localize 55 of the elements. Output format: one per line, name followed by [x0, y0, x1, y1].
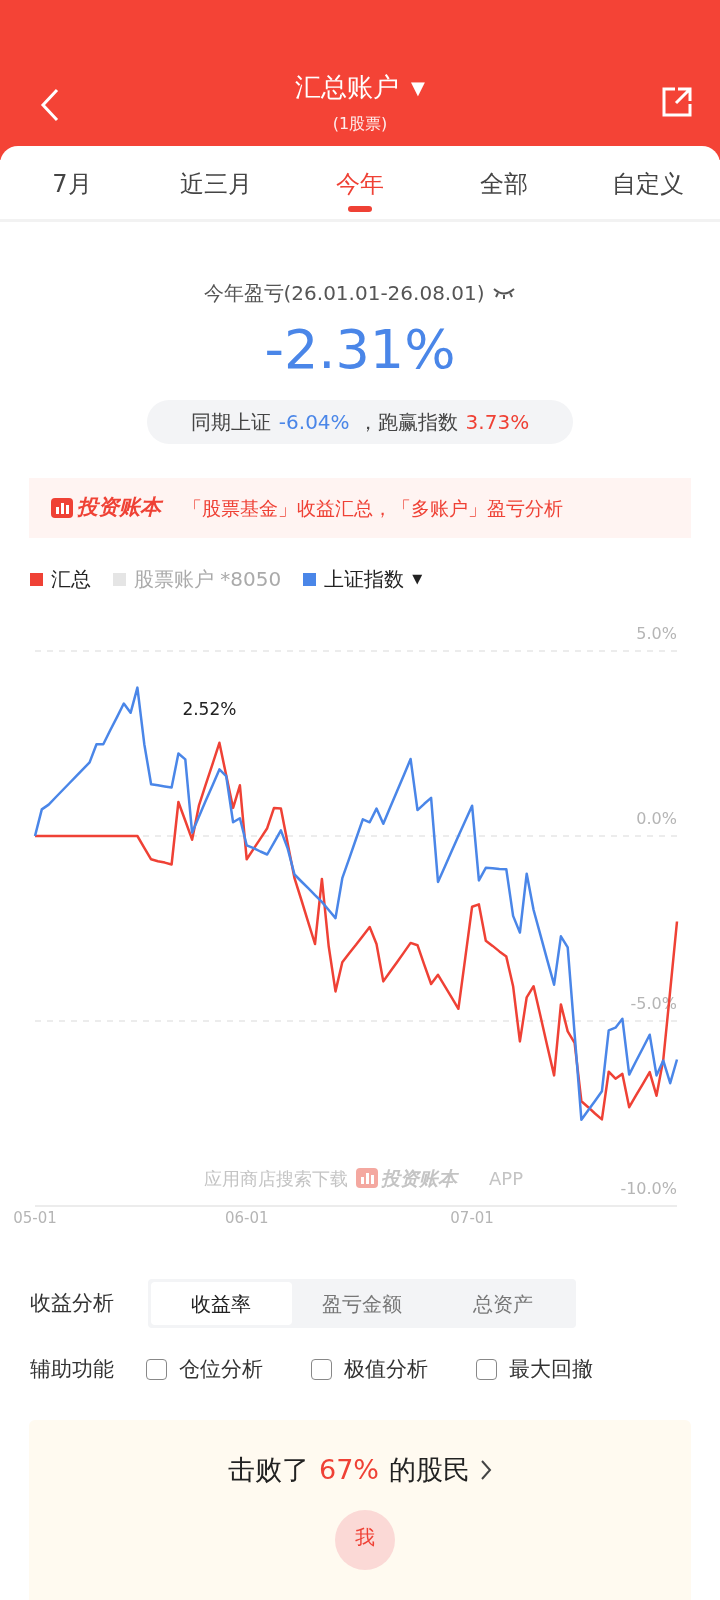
y-axis-label: -10.0%: [620, 1179, 677, 1198]
legend-item[interactable]: 汇总: [30, 564, 91, 594]
me-badge: 我: [335, 1510, 395, 1570]
period-pnl-label: 今年盈亏(26.01.01-26.08.01): [203, 280, 485, 307]
dropdown-caret[interactable]: ▼: [411, 73, 425, 101]
promo-text: 「股票基金」收益汇总，「多账户」盈亏分析: [183, 495, 563, 521]
period-tab[interactable]: 今年: [288, 146, 432, 219]
excess-return: 3.73%: [465, 409, 530, 436]
excess-label: ，跑赢指数: [357, 409, 458, 436]
period-tab[interactable]: 全部: [432, 146, 576, 219]
x-axis-label: 05-01: [13, 1209, 57, 1227]
aux-label: 辅助功能: [30, 1356, 114, 1383]
promo-banner[interactable]: 投资账本 「股票基金」收益汇总，「多账户」盈亏分析: [29, 478, 691, 538]
x-axis-label: 07-01: [450, 1209, 494, 1227]
analysis-label: 收益分析: [30, 1289, 114, 1317]
chart-footnote: 应用商店搜索下载: [204, 1168, 348, 1189]
checkbox[interactable]: [146, 1359, 167, 1381]
rank-card[interactable]: 击败了 67% 的股民 我: [29, 1419, 691, 1600]
segment-option[interactable]: 收益率: [151, 1282, 292, 1325]
rank-percent: 67%: [319, 1452, 379, 1487]
tab-indicator: [348, 206, 372, 212]
x-axis-label: 06-01: [224, 1209, 269, 1227]
y-axis-label: 5.0%: [636, 624, 677, 643]
checkbox-option[interactable]: 极值分析: [311, 1354, 428, 1386]
segment-option[interactable]: 盈亏金额: [291, 1282, 433, 1325]
segment-option[interactable]: 总资产: [432, 1282, 573, 1325]
brand-logo-icon: [356, 1168, 378, 1188]
index-return: -6.04%: [278, 409, 350, 436]
checkbox[interactable]: [311, 1359, 332, 1381]
share-icon[interactable]: [661, 86, 693, 118]
period-tab[interactable]: 自定义: [576, 146, 720, 219]
checkbox-option[interactable]: 仓位分析: [146, 1354, 263, 1386]
legend-swatch: [303, 572, 317, 586]
legend-swatch: [30, 572, 43, 586]
period-tab[interactable]: 7月: [0, 146, 144, 219]
eye-closed-icon[interactable]: [492, 286, 517, 300]
brand-name: 投资账本: [77, 494, 161, 522]
period-tab[interactable]: 近三月: [144, 146, 288, 219]
rank-prefix: 击败了: [228, 1452, 309, 1487]
brand-logo-icon: [51, 497, 73, 519]
legend-item[interactable]: 上证指数 ▼: [303, 564, 423, 594]
chevron-right-icon: [480, 1458, 492, 1481]
back-icon[interactable]: [40, 88, 60, 122]
chart-footnote-suffix: APP: [489, 1168, 524, 1189]
account-subtitle: (1股票): [332, 113, 388, 135]
y-axis-label: 0.0%: [636, 809, 677, 828]
index-label: 同期上证: [190, 409, 271, 436]
account-title[interactable]: 汇总账户: [295, 70, 400, 104]
checkbox[interactable]: [476, 1359, 497, 1381]
legend-swatch: [113, 572, 126, 586]
return-value: -2.31%: [264, 317, 456, 383]
checkbox-option[interactable]: 最大回撤: [476, 1354, 593, 1386]
rank-suffix: 的股民: [389, 1452, 470, 1487]
chart-footnote-brand: 投资账本: [381, 1167, 457, 1189]
data-label: 2.52%: [182, 698, 237, 719]
